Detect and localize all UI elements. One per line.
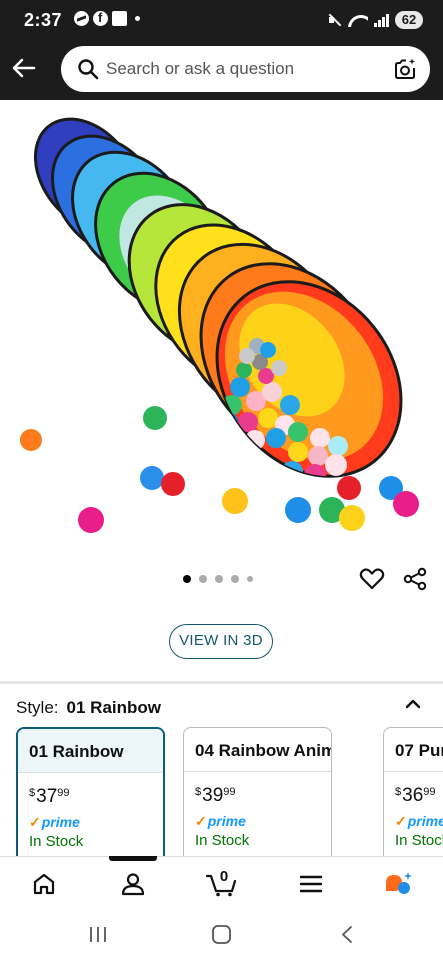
mute-icon: [328, 13, 342, 27]
prime-check-icon: ✓: [395, 813, 407, 829]
style-options: 01 Rainbow $3799 ✓prime In Stock 04 Rain…: [0, 727, 443, 857]
back-arrow-icon[interactable]: [10, 54, 38, 82]
style-option-card[interactable]: 04 Rainbow Animal $3999 ✓prime In Stock: [183, 727, 332, 857]
carousel-dot[interactable]: [199, 575, 207, 583]
share-icon[interactable]: [403, 567, 427, 591]
home-button-icon[interactable]: [212, 925, 231, 944]
view-in-3d-button[interactable]: VIEW IN 3D: [169, 624, 273, 659]
carousel-dot[interactable]: [231, 575, 239, 583]
status-bar: 2:37 62: [0, 0, 443, 40]
recent-apps-icon[interactable]: [90, 927, 106, 942]
image-carousel-dots[interactable]: [183, 575, 253, 583]
facebook-icon: [93, 10, 108, 26]
cart-count-badge: 0: [219, 868, 229, 885]
battery-indicator: 62: [395, 11, 423, 29]
style-label: Style: 01 Rainbow: [16, 698, 161, 718]
style-option-price: $3699: [395, 785, 436, 806]
selected-style: 01 Rainbow: [66, 698, 161, 717]
style-option-card[interactable]: 01 Rainbow $3799 ✓prime In Stock: [16, 727, 165, 857]
style-option-name: 07 Purple: [384, 728, 443, 772]
style-option-name: 01 Rainbow: [18, 729, 163, 773]
messenger-icon: [74, 11, 89, 26]
prime-badge: ✓prime: [29, 814, 80, 830]
camera-search-icon[interactable]: [393, 57, 417, 81]
active-tab-indicator: [109, 856, 157, 861]
style-option-card[interactable]: 07 Purple $3699 ✓prime In Stock: [383, 727, 443, 857]
wifi-icon: [348, 13, 368, 27]
rufus-icon[interactable]: [384, 871, 414, 897]
availability: In Stock: [395, 832, 443, 849]
home-icon[interactable]: [31, 871, 57, 897]
prime-check-icon: ✓: [29, 814, 41, 830]
search-input[interactable]: Search or ask a question: [106, 59, 294, 79]
more-notifications-icon: [135, 16, 140, 21]
section-divider: [0, 681, 443, 684]
carousel-dot[interactable]: [215, 575, 223, 583]
availability: In Stock: [29, 833, 84, 850]
system-navigation-bar: [0, 911, 443, 960]
style-option-price: $3799: [29, 786, 70, 807]
carousel-dot[interactable]: [247, 576, 253, 582]
search-icon: [78, 59, 99, 80]
status-time: 2:37: [24, 10, 63, 30]
system-back-icon[interactable]: [342, 926, 352, 943]
notification-icons: [74, 10, 140, 26]
style-option-price: $3999: [195, 785, 236, 806]
prime-badge: ✓prime: [395, 813, 443, 829]
search-bar[interactable]: Search or ask a question: [61, 46, 430, 92]
style-label-text: Style:: [16, 698, 59, 717]
top-nav: Search or ask a question: [0, 40, 443, 100]
signal-icon: [374, 13, 389, 27]
heart-icon[interactable]: [359, 567, 385, 591]
system-icons: 62: [328, 11, 423, 29]
availability: In Stock: [195, 832, 250, 849]
menu-icon[interactable]: [298, 871, 324, 897]
prime-check-icon: ✓: [195, 813, 207, 829]
product-image[interactable]: [0, 100, 443, 558]
app-notification-icon: [112, 11, 127, 26]
account-icon[interactable]: [120, 871, 146, 897]
chevron-up-icon[interactable]: [404, 697, 422, 711]
carousel-dot[interactable]: [183, 575, 191, 583]
prime-badge: ✓prime: [195, 813, 246, 829]
style-option-name: 04 Rainbow Animal: [184, 728, 331, 772]
